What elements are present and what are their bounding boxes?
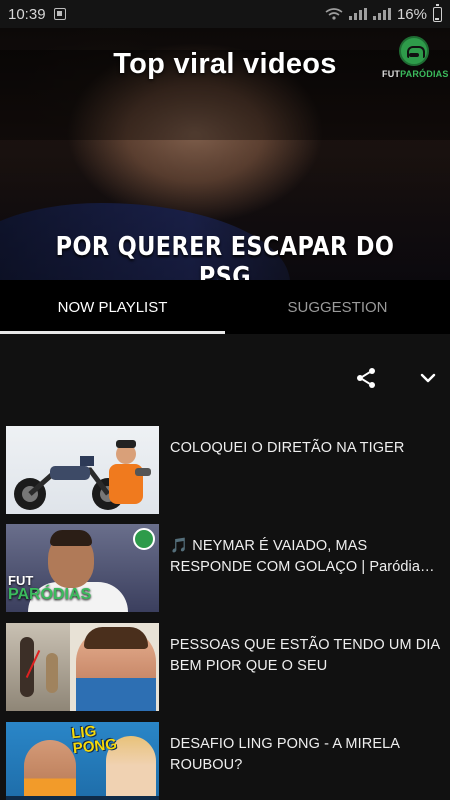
tab-bar: NOW PLAYLIST SUGGESTION — [0, 280, 450, 334]
mascot-icon — [399, 36, 429, 66]
playlist-item[interactable]: LIG PONG DESAFIO LING PONG - A MIRELA RO… — [0, 722, 450, 800]
status-bar: 10:39 16% — [0, 0, 450, 28]
video-title: DESAFIO LING PONG - A MIRELA ROUBOU? — [170, 736, 400, 773]
playlist-actions — [330, 356, 450, 400]
signal-icon-1 — [348, 8, 367, 20]
futparodias-logo: FUTPARÓDIAS — [382, 36, 449, 79]
hero-caption: POR QUERER ESCAPAR DO PSG — [55, 232, 395, 280]
rider-image — [109, 440, 151, 504]
mascot-icon — [133, 528, 155, 550]
chevron-down-icon[interactable] — [418, 368, 438, 388]
hero-video-player[interactable]: Top viral videos FUTPARÓDIAS POR QUERER … — [0, 28, 450, 280]
playlist-item[interactable]: FUT PARÓDIAS 🎵 NEYMAR É VAIADO, MAS RESP… — [0, 524, 450, 614]
battery-percent: 16% — [396, 5, 427, 23]
playlist-item[interactable]: COLOQUEI O DIRETÃO NA TIGER — [0, 426, 450, 516]
playlist-item[interactable]: PESSOAS QUE ESTÃO TENDO UM DIA BEM PIOR … — [0, 623, 450, 713]
logo-text-fut: FUT — [382, 69, 401, 79]
video-title: 🎵 NEYMAR É VAIADO, MAS RESPONDE COM GOLA… — [170, 538, 421, 575]
video-thumbnail: LIG PONG — [6, 722, 159, 800]
thumbnail-text: LIG PONG — [70, 722, 117, 757]
playlist-panel: COLOQUEI O DIRETÃO NA TIGER FUT PARÓDIAS… — [0, 334, 450, 800]
video-thumbnail: FUT PARÓDIAS — [6, 524, 159, 612]
tab-now-playlist[interactable]: NOW PLAYLIST — [0, 280, 225, 334]
logo-text-parodias: PARÓDIAS — [400, 69, 449, 79]
thumbnail-logo-text: FUT PARÓDIAS — [8, 574, 92, 603]
video-thumbnail — [6, 426, 159, 514]
share-icon[interactable] — [354, 366, 378, 390]
wifi-icon — [325, 8, 343, 20]
battery-icon — [433, 3, 442, 22]
thumb-text-parodias: PARÓDIAS — [8, 586, 92, 603]
video-title: PESSOAS QUE ESTÃO TENDO UM DIA BEM PIOR … — [170, 637, 440, 674]
tab-label: SUGGESTION — [287, 298, 388, 316]
video-thumbnail — [6, 623, 159, 711]
tab-label: NOW PLAYLIST — [57, 298, 168, 316]
video-title: COLOQUEI O DIRETÃO NA TIGER — [170, 440, 405, 456]
notification-icon — [53, 8, 66, 20]
tab-suggestion[interactable]: SUGGESTION — [225, 280, 450, 334]
signal-icon-2 — [372, 8, 391, 20]
status-time: 10:39 — [8, 5, 46, 23]
